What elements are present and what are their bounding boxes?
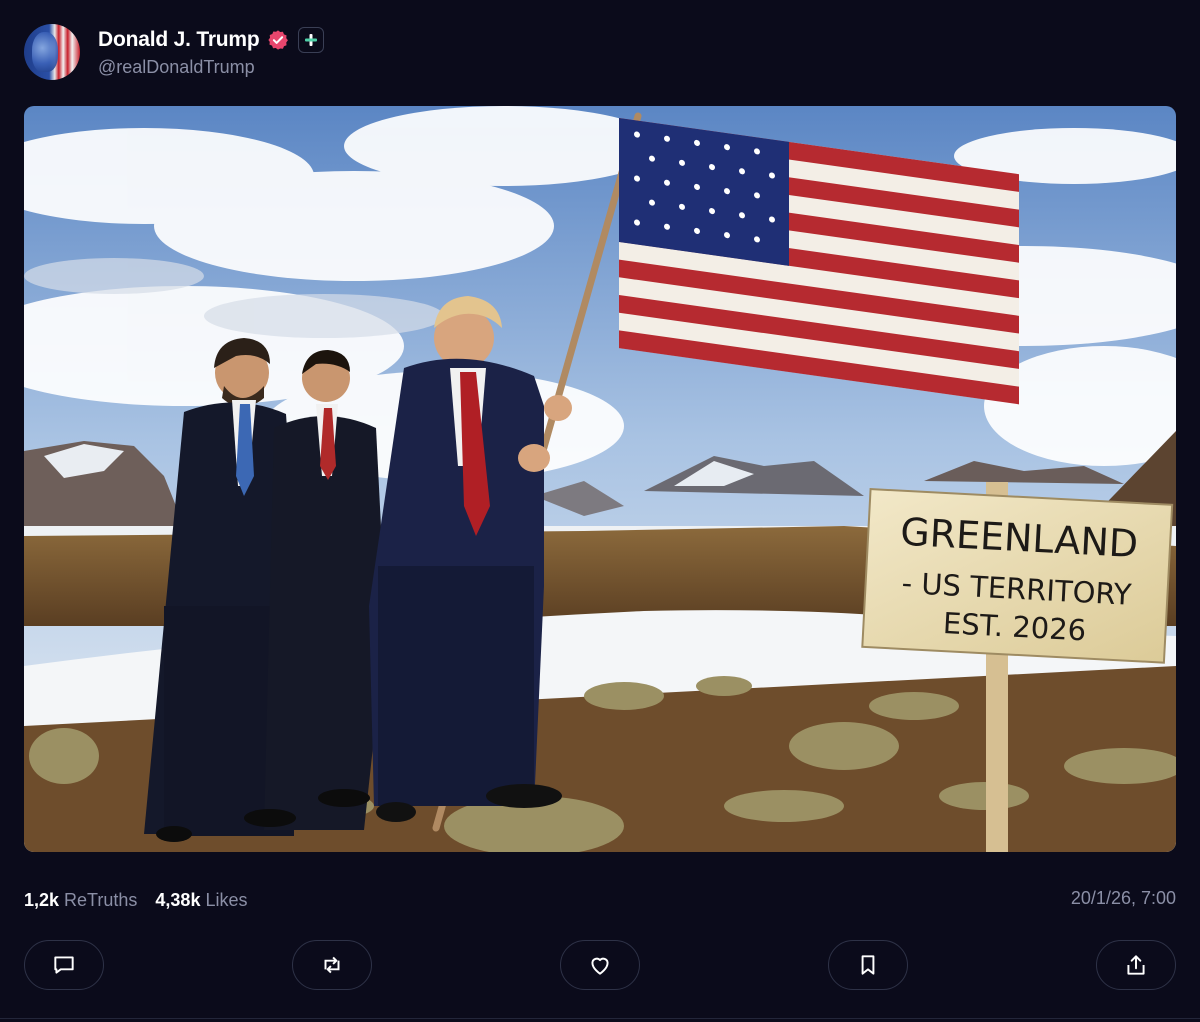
- repost-icon: [324, 956, 340, 974]
- post-image[interactable]: GREENLAND - US TERRITORY EST. 2026: [24, 106, 1176, 852]
- post-stats: 1,2k ReTruths 4,38k Likes: [24, 888, 247, 912]
- bottom-divider: [0, 1018, 1200, 1019]
- heart-icon: [591, 957, 609, 975]
- likes-count[interactable]: 4,38k: [155, 890, 200, 911]
- like-button[interactable]: [560, 940, 640, 990]
- likes-label[interactable]: Likes: [205, 890, 247, 911]
- verified-badge-icon: [266, 28, 290, 52]
- retruths-label[interactable]: ReTruths: [64, 890, 137, 911]
- retruth-button[interactable]: [292, 940, 372, 990]
- post-actions-bar: [24, 940, 1176, 990]
- avatar[interactable]: [24, 24, 80, 80]
- display-name[interactable]: Donald J. Trump: [98, 28, 260, 52]
- reply-button[interactable]: [24, 940, 104, 990]
- user-handle[interactable]: @realDonaldTrump: [98, 57, 324, 78]
- share-button[interactable]: [1096, 940, 1176, 990]
- truth-plus-icon: [297, 26, 324, 53]
- comment-icon: [54, 956, 74, 974]
- image-artwork: GREENLAND - US TERRITORY EST. 2026: [24, 106, 1176, 852]
- user-info: Donald J. Trump @realDonaldTrump: [98, 26, 324, 78]
- share-icon: [1127, 955, 1145, 975]
- name-row: Donald J. Trump: [98, 26, 324, 53]
- post-header: Donald J. Trump @realDonaldTrump: [24, 24, 324, 80]
- post-timestamp[interactable]: 20/1/26, 7:00: [1071, 888, 1176, 909]
- bookmark-button[interactable]: [828, 940, 908, 990]
- avatar-portrait: [32, 32, 58, 72]
- retruths-count[interactable]: 1,2k: [24, 890, 59, 911]
- bookmark-icon: [861, 955, 875, 975]
